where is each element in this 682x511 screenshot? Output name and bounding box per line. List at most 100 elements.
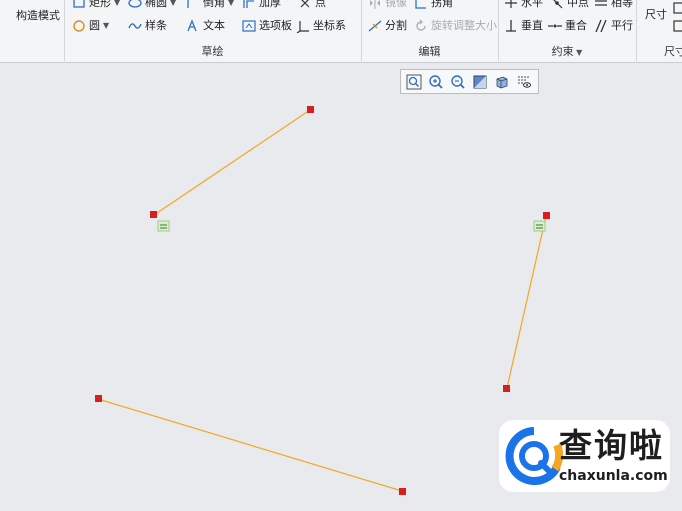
midpoint-button[interactable]: 中点 [550,0,589,11]
rect-label: 矩形 [89,0,111,9]
shading-button[interactable] [471,73,489,91]
coincident-icon [548,19,562,33]
divide-icon [368,19,382,33]
vertical-label: 垂直 [521,19,543,32]
shading-icon [473,75,487,88]
fillet-icon [186,0,200,10]
palette-icon [242,19,256,33]
ribbon: 构造模式 矩形 ▼ 椭圆 ▼ 倒角 ▼ 加厚 点 圆 ▼ 样条 文本 选项板 坐标系 [0,0,682,63]
point-label: 点 [315,0,326,9]
sketch-group-label: 草绘 [201,45,224,58]
chevron-down-icon: ▼ [114,0,121,7]
dimension-group-label: 尺寸 [664,45,682,58]
text-icon [186,19,200,33]
circle-button[interactable]: 圆 ▼ [72,18,109,34]
construction-mode-label: 构造模式 [16,9,60,22]
corner-label: 拐角 [431,0,453,9]
dimension-extra-button[interactable] [672,0,682,16]
fillet-button[interactable]: 倒角 ▼ [186,0,234,11]
equal-button[interactable]: 相等 [594,0,633,11]
mirror-label: 镜像 [385,0,407,9]
spline-label: 样条 [145,19,167,32]
separator [636,0,637,61]
square-icon [672,1,682,15]
dimension-button[interactable]: 尺寸 [645,7,667,23]
display-filter-button[interactable] [515,73,533,91]
zoom-out-button[interactable] [449,73,467,91]
constrain-label: 约束 [551,45,574,58]
sketch-line[interactable] [506,215,547,389]
point-icon [298,0,312,10]
vertical-icon [504,19,518,33]
parallel-button[interactable]: 平行 [594,18,633,34]
sketch-line[interactable] [97,398,403,492]
mirror-button[interactable]: 镜像 [368,0,407,11]
watermark-logo-icon [505,427,563,485]
coordsys-button[interactable]: 坐标系 [296,18,346,34]
midpoint-icon [550,0,564,10]
zoom-fit-icon [406,74,422,89]
thicken-icon [242,0,256,10]
chevron-down-icon: ▼ [228,0,235,7]
thicken-label: 加厚 [259,0,281,9]
chevron-down-icon: ▼ [170,0,177,7]
zoom-out-icon [451,74,465,89]
constrain-group-label[interactable]: 约束 ▼ [498,45,636,59]
equal-constraint-icon[interactable] [157,220,170,232]
corner-button[interactable]: 拐角 [414,0,453,11]
circle-icon [72,19,86,33]
zoom-in-button[interactable] [427,73,445,91]
saved-view-button[interactable] [493,73,511,91]
endpoint-marker[interactable] [95,395,102,402]
palette-label: 选项板 [259,19,292,32]
watermark: 查询啦 chaxunla.com [499,420,670,492]
square-icon [672,19,682,33]
horizontal-icon [504,0,518,10]
text-label: 文本 [203,19,225,32]
dimension-label: 尺寸 [645,8,667,21]
thicken-button[interactable]: 加厚 [242,0,281,11]
equal-label: 相等 [611,0,633,9]
endpoint-marker[interactable] [399,488,406,495]
endpoint-marker[interactable] [503,385,510,392]
ellipse-icon [128,0,142,10]
chevron-down-icon: ▼ [573,48,583,57]
divide-button[interactable]: 分割 [368,18,407,34]
parallel-label: 平行 [611,19,633,32]
construction-mode-button[interactable]: 构造模式 [16,8,60,24]
rect-button[interactable]: 矩形 ▼ [72,0,120,11]
endpoint-marker[interactable] [307,106,314,113]
coincident-button[interactable]: 重合 [548,18,587,34]
equal-constraint-icon[interactable] [533,220,546,232]
ellipse-button[interactable]: 椭圆 ▼ [128,0,176,11]
vertical-button[interactable]: 垂直 [504,18,543,34]
parallel-icon [594,19,608,33]
palette-button[interactable]: 选项板 [242,18,292,34]
coincident-label: 重合 [565,19,587,32]
endpoint-marker[interactable] [543,212,550,219]
circle-label: 圆 [89,19,100,32]
midpoint-label: 中点 [567,0,589,9]
watermark-url: chaxunla.com [559,468,668,484]
endpoint-marker[interactable] [150,211,157,218]
edit-group-label: 编辑 [418,45,441,58]
coordsys-label: 坐标系 [313,19,346,32]
rectangle-icon [72,0,86,10]
cube-icon [496,76,508,88]
rotate-resize-label: 旋转调整大小 [431,19,497,32]
rotate-resize-button[interactable]: 旋转调整大小 [414,18,497,34]
sketch-line[interactable] [153,109,311,216]
text-button[interactable]: 文本 [186,18,225,34]
coordinate-system-icon [296,19,310,34]
divide-label: 分割 [385,19,407,32]
ellipse-label: 椭圆 [145,0,167,9]
horizontal-button[interactable]: 水平 [504,0,543,11]
corner-icon [414,0,428,10]
zoom-fit-button[interactable] [405,73,423,91]
spline-button[interactable]: 样条 [128,18,167,34]
grid-display-icon [518,75,531,88]
dimension-extra2-button[interactable] [672,18,682,34]
point-button[interactable]: 点 [298,0,326,11]
mirror-icon [368,0,382,10]
rotate-icon [414,19,428,33]
